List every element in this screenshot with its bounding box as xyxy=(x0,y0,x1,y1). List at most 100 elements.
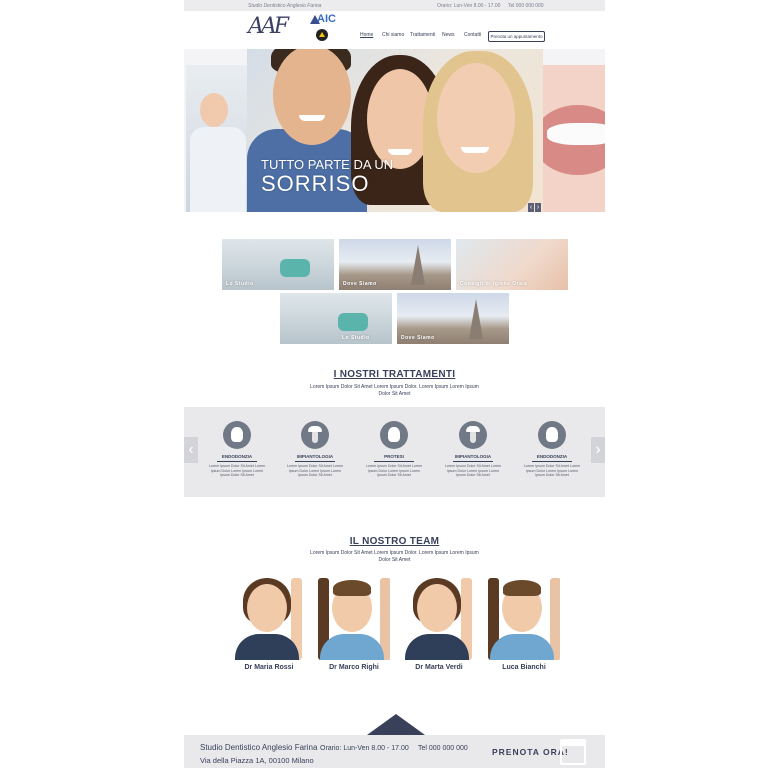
scrubs-shape xyxy=(235,634,299,660)
topbar-phone[interactable]: Tel 000 000 000 xyxy=(508,3,544,9)
top-bar: Studio Dentistico Anglesio Farina Orario… xyxy=(184,0,605,11)
gallery-tile-label: Consigli di Igiene Orale xyxy=(460,281,528,287)
hero-caption-line1: TUTTO PARTE DA UN xyxy=(261,157,394,172)
tower-shape xyxy=(411,245,425,285)
chevron-left-icon[interactable]: ‹ xyxy=(528,203,534,212)
scroll-top-triangle[interactable] xyxy=(367,714,425,735)
chevron-right-icon[interactable]: › xyxy=(591,437,605,463)
gallery-tile-label: Lo Studio xyxy=(342,335,370,341)
footer-studio-name: Studio Dentistico Anglesio Farina xyxy=(200,743,318,752)
tooth-icon xyxy=(223,421,251,449)
nav-item-contatti[interactable]: Contatti xyxy=(464,32,481,38)
hero-caption: TUTTO PARTE DA UN SORRISO xyxy=(261,158,393,196)
nav-item-chi-siamo[interactable]: Chi siamo xyxy=(382,32,404,38)
face-shape xyxy=(273,49,351,145)
treatment-desc: Lorem Ipsum Dolor Sit Amet Lorem Ipsum D… xyxy=(444,464,502,478)
calendar-icon[interactable] xyxy=(560,739,586,765)
team-member-name: Luca Bianchi xyxy=(502,664,546,671)
treatment-name: IMPIANTOLOGIA xyxy=(454,454,492,459)
gallery-tile-lo-studio[interactable]: Lo Studio xyxy=(222,239,334,290)
gallery-tile-consigli[interactable]: Consigli di Igiene Orale xyxy=(456,239,568,290)
chevron-right-icon[interactable]: › xyxy=(535,203,541,212)
treatment-desc: Lorem Ipsum Dolor Sit Amet Lorem Ipsum D… xyxy=(286,464,344,478)
footer-hours: Orario: Lun-Ven 8.00 - 17.00 xyxy=(320,745,409,752)
treatments-carousel: ‹ › ENDODONZIA Lorem Ipsum Dolor Sit Ame… xyxy=(184,407,605,497)
hair-shape xyxy=(503,580,541,596)
face-shape xyxy=(417,584,457,632)
gallery-tile-dove-siamo[interactable]: Dove Siamo xyxy=(339,239,451,290)
dental-implant-icon xyxy=(459,421,487,449)
face-shape xyxy=(437,63,515,173)
gallery-tile-lo-studio-2[interactable]: Lo Studio xyxy=(280,293,392,344)
tower-shape xyxy=(469,299,483,339)
treatment-card[interactable]: ENDODONZIA Lorem Ipsum Dolor Sit Amet Lo… xyxy=(207,421,267,478)
hair-shape xyxy=(333,580,371,596)
footer-address: Via della Piazza 1A, 00100 Milano xyxy=(200,756,314,765)
treatment-card[interactable]: IMPIANTOLOGIA Lorem Ipsum Dolor Sit Amet… xyxy=(285,421,345,478)
team-member-card[interactable]: Dr Marco Righi xyxy=(318,578,390,671)
dental-chair-shape xyxy=(338,313,368,331)
gallery-tile-label: Lo Studio xyxy=(226,281,254,287)
nav-item-home[interactable]: Home xyxy=(360,32,373,38)
hero-caption-line2: SORRISO xyxy=(261,171,370,196)
team-member-name: Dr Marta Verdi xyxy=(415,664,463,671)
hero-arrows: ‹ › xyxy=(528,196,542,212)
dental-implant-icon xyxy=(301,421,329,449)
face-shape xyxy=(247,584,287,632)
treatment-card[interactable]: IMPIANTOLOGIA Lorem Ipsum Dolor Sit Amet… xyxy=(443,421,503,478)
avatar xyxy=(488,578,560,660)
treatments-title: I NOSTRI TRATTAMENTI xyxy=(333,369,456,380)
treatment-name: ENDODONZIA xyxy=(221,454,253,459)
nav-item-trattamenti[interactable]: Trattamenti xyxy=(410,32,435,38)
gallery-tile-dove-siamo-2[interactable]: Dove Siamo xyxy=(397,293,509,344)
book-now-button[interactable]: PRENOTA ORA! xyxy=(492,747,569,757)
smile-shape xyxy=(388,149,412,155)
gallery-tile-label: Dove Siamo xyxy=(401,335,435,341)
scrubs-shape xyxy=(490,634,554,660)
teeth-shape xyxy=(547,123,605,145)
smile-shape xyxy=(461,147,489,153)
treatment-card[interactable]: ENDODONZIA Lorem Ipsum Dolor Sit Amet Lo… xyxy=(522,421,582,478)
dental-chair-shape xyxy=(280,259,310,277)
page: Studio Dentistico Anglesio Farina Orario… xyxy=(184,0,605,768)
aic-logo-text: AIC xyxy=(317,13,336,25)
hero-slider: TUTTO PARTE DA UN SORRISO ‹ › xyxy=(184,49,605,212)
scrubs-shape xyxy=(405,634,469,660)
team-member-card[interactable]: Luca Bianchi xyxy=(488,578,560,671)
chevron-left-icon[interactable]: ‹ xyxy=(184,437,198,463)
avatar xyxy=(318,578,390,660)
treatment-name: IMPIANTOLOGIA xyxy=(296,454,334,459)
team-member-card[interactable]: Dr Marta Verdi xyxy=(403,578,475,671)
team-member-card[interactable]: Dr Maria Rossi xyxy=(233,578,305,671)
topbar-hours: Orario: Lun-Ven 8.00 - 17.00 xyxy=(437,3,501,9)
studio-logo[interactable]: AAF xyxy=(248,14,289,39)
hero-side-image-left[interactable] xyxy=(186,65,248,212)
treatment-desc: Lorem Ipsum Dolor Sit Amet Lorem Ipsum D… xyxy=(365,464,423,478)
team-title: IL NOSTRO TEAM xyxy=(349,536,440,547)
treatment-card[interactable]: PROTESI Lorem Ipsum Dolor Sit Amet Lorem… xyxy=(364,421,424,478)
treatment-desc: Lorem Ipsum Dolor Sit Amet Lorem Ipsum D… xyxy=(208,464,266,478)
face-shape xyxy=(200,93,228,127)
treatments-subtitle: Lorem Ipsum Dolor Sit Amet Lorem Ipsum D… xyxy=(310,384,479,397)
treatment-desc: Lorem Ipsum Dolor Sit Amet Lorem Ipsum D… xyxy=(523,464,581,478)
shirt-shape xyxy=(190,127,246,212)
team-member-name: Dr Maria Rossi xyxy=(244,664,294,671)
avatar xyxy=(233,578,305,660)
treatment-name: PROTESI xyxy=(384,454,404,459)
team-member-name: Dr Marco Righi xyxy=(329,664,379,671)
gallery-tile-label: Dove Siamo xyxy=(343,281,377,287)
hero-side-image-right[interactable] xyxy=(543,65,605,212)
aic-logo: AIC xyxy=(309,13,336,43)
team-subtitle: Lorem Ipsum Dolor Sit Amet Lorem Ipsum D… xyxy=(310,550,479,563)
treatment-name: ENDODONZIA xyxy=(536,454,568,459)
smile-shape xyxy=(299,115,325,121)
footer-phone[interactable]: Tel 000 000 000 xyxy=(418,745,468,752)
topbar-studio-name: Studio Dentistico Anglesio Farina xyxy=(248,3,322,9)
tooth-icon xyxy=(380,421,408,449)
tooth-icon xyxy=(538,421,566,449)
scrubs-shape xyxy=(320,634,384,660)
avatar xyxy=(403,578,475,660)
nav-item-news[interactable]: News xyxy=(442,32,455,38)
emblem-icon xyxy=(316,29,328,41)
book-appointment-button[interactable]: Prenota un appuntamento xyxy=(488,31,545,42)
